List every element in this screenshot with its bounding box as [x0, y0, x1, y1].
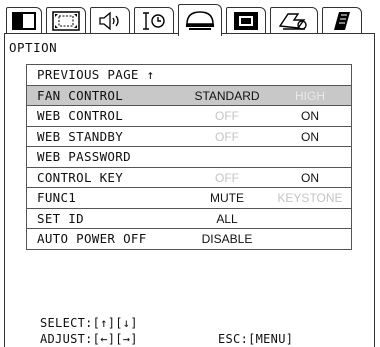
audio-tab-icon [99, 11, 119, 30]
menu-row-label: FAN CONTROL [37, 87, 124, 103]
option-menu-list: PREVIOUS PAGE ↑ FAN CONTROL STANDARD HIG… [26, 64, 352, 250]
page-title: OPTION [9, 40, 58, 55]
select-hint: SELECT:[↑][↓] [40, 316, 138, 330]
menu-row-control-key[interactable]: CONTROL KEY OFF ON [27, 168, 351, 188]
option-off[interactable]: OFF [187, 127, 267, 147]
menu-row-label: FUNC1 [37, 190, 77, 205]
tab-input[interactable] [134, 7, 174, 34]
tab-lamp[interactable] [270, 7, 318, 34]
menu-row-label: SET ID [37, 210, 84, 226]
menu-row-web-standby[interactable]: WEB STANDBY OFF ON [27, 127, 351, 147]
option-high[interactable]: HIGH [269, 86, 351, 106]
menu-row-set-id[interactable]: SET ID ALL [27, 209, 351, 229]
tab-image-position[interactable] [46, 7, 86, 34]
menu-row-label: WEB STANDBY [37, 128, 124, 144]
option-off[interactable]: OFF [187, 168, 267, 188]
option-off[interactable]: OFF [187, 106, 267, 126]
input-tab-icon [143, 11, 165, 30]
menu-row-label: WEB PASSWORD [37, 149, 131, 164]
menu-row-fan-control[interactable]: FAN CONTROL STANDARD HIGH [27, 85, 351, 106]
tab-memo[interactable] [322, 7, 362, 34]
menu-row-web-password[interactable]: WEB PASSWORD [27, 147, 351, 168]
option-all[interactable]: ALL [187, 209, 267, 229]
menu-row-label: WEB CONTROL [37, 108, 124, 123]
tab-audio[interactable] [90, 7, 130, 34]
menu-row-auto-power-off[interactable]: AUTO POWER OFF DISABLE [27, 229, 351, 250]
option-on[interactable]: ON [269, 127, 351, 147]
screen-tab-icon [234, 11, 258, 30]
menu-row-label: CONTROL KEY [37, 169, 124, 185]
tab-display[interactable] [6, 7, 42, 34]
menu-row-web-control[interactable]: WEB CONTROL OFF ON [27, 106, 351, 127]
escape-hint: ESC:[MENU] [218, 332, 294, 346]
option-standard[interactable]: STANDARD [187, 86, 267, 106]
settings-tab-icon [186, 10, 214, 30]
menu-row-func1[interactable]: FUNC1 MUTE KEYSTONE [27, 188, 351, 209]
option-mute[interactable]: MUTE [187, 188, 267, 208]
tab-screen[interactable] [226, 7, 266, 34]
lamp-tab-icon [278, 12, 307, 30]
option-on[interactable]: ON [269, 168, 351, 188]
adjust-hint: ADJUST:[←][→] [40, 332, 138, 346]
memo-tab-icon [334, 11, 350, 30]
menu-tab-bar [4, 4, 376, 36]
menu-row-label: PREVIOUS PAGE ↑ [37, 67, 155, 82]
menu-row-label: AUTO POWER OFF [37, 231, 147, 246]
option-on[interactable]: ON [269, 106, 351, 126]
menu-row-previous-page[interactable]: PREVIOUS PAGE ↑ [27, 65, 351, 86]
option-keystone[interactable]: KEYSTONE [269, 188, 351, 208]
option-disable[interactable]: DISABLE [187, 229, 267, 249]
tab-settings[interactable] [178, 4, 222, 36]
image-position-tab-icon [52, 10, 80, 31]
display-tab-icon [12, 11, 36, 30]
